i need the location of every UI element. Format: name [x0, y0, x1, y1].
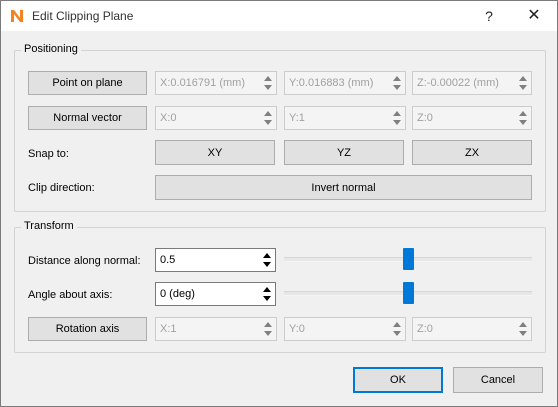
- close-button[interactable]: ✕: [511, 1, 557, 31]
- snap-xy-button[interactable]: XY: [155, 140, 275, 165]
- ok-button[interactable]: OK: [353, 367, 443, 393]
- axis-z-value: Z:0: [417, 323, 433, 335]
- axis-y-value: Y:0: [289, 323, 305, 335]
- rotation-axis-button[interactable]: Rotation axis: [28, 317, 147, 341]
- normal-y-value: Y:1: [289, 112, 305, 124]
- point-z-value: Z:-0.00022 (mm): [417, 77, 499, 89]
- transform-group-title: Transform: [21, 220, 77, 232]
- clip-direction-label: Clip direction:: [28, 182, 95, 194]
- angle-slider-handle[interactable]: [403, 282, 414, 304]
- normal-vector-button[interactable]: Normal vector: [28, 106, 147, 130]
- angle-field[interactable]: 0 (deg): [155, 282, 276, 306]
- angle-value: 0 (deg): [160, 288, 195, 300]
- spin-arrows-icon[interactable]: [516, 73, 530, 93]
- point-y-field[interactable]: Y:0.016883 (mm): [284, 71, 406, 95]
- normal-x-value: X:0: [160, 112, 177, 124]
- spin-arrows-icon[interactable]: [261, 108, 275, 128]
- normal-x-field[interactable]: X:0: [155, 106, 277, 130]
- point-on-plane-button[interactable]: Point on plane: [28, 71, 147, 95]
- cancel-button[interactable]: Cancel: [453, 367, 543, 393]
- window-title: Edit Clipping Plane: [32, 9, 134, 23]
- angle-label: Angle about axis:: [28, 289, 113, 301]
- snap-yz-button[interactable]: YZ: [284, 140, 404, 165]
- app-logo-icon: [9, 8, 25, 24]
- point-z-field[interactable]: Z:-0.00022 (mm): [412, 71, 532, 95]
- invert-normal-button[interactable]: Invert normal: [155, 175, 532, 200]
- spin-arrows-icon[interactable]: [390, 108, 404, 128]
- distance-field[interactable]: 0.5: [155, 248, 276, 272]
- distance-value: 0.5: [160, 254, 176, 266]
- point-y-value: Y:0.016883 (mm): [289, 77, 374, 89]
- spin-arrows-icon[interactable]: [390, 73, 404, 93]
- spin-arrows-icon[interactable]: [261, 319, 275, 339]
- normal-z-value: Z:0: [417, 112, 433, 124]
- snap-to-label: Snap to:: [28, 148, 69, 160]
- positioning-group-title: Positioning: [21, 43, 81, 55]
- distance-label: Distance along normal:: [28, 255, 141, 267]
- normal-y-field[interactable]: Y:1: [284, 106, 406, 130]
- point-x-field[interactable]: X:0.016791 (mm): [155, 71, 277, 95]
- spin-arrows-icon[interactable]: [390, 319, 404, 339]
- spin-arrows-icon[interactable]: [261, 73, 275, 93]
- spin-arrows-icon[interactable]: [516, 319, 530, 339]
- spin-arrows-icon[interactable]: [260, 284, 274, 304]
- spin-arrows-icon[interactable]: [260, 250, 274, 270]
- axis-z-field[interactable]: Z:0: [412, 317, 532, 341]
- axis-x-field[interactable]: X:1: [155, 317, 277, 341]
- axis-x-value: X:1: [160, 323, 177, 335]
- point-x-value: X:0.016791 (mm): [160, 77, 245, 89]
- snap-zx-button[interactable]: ZX: [412, 140, 532, 165]
- spin-arrows-icon[interactable]: [516, 108, 530, 128]
- distance-slider-handle[interactable]: [403, 248, 414, 270]
- normal-z-field[interactable]: Z:0: [412, 106, 532, 130]
- help-button[interactable]: ?: [466, 1, 512, 31]
- axis-y-field[interactable]: Y:0: [284, 317, 406, 341]
- title-bar[interactable]: Edit Clipping Plane ? ✕: [1, 1, 557, 31]
- dialog-window: Edit Clipping Plane ? ✕ Positioning Poin…: [0, 0, 558, 407]
